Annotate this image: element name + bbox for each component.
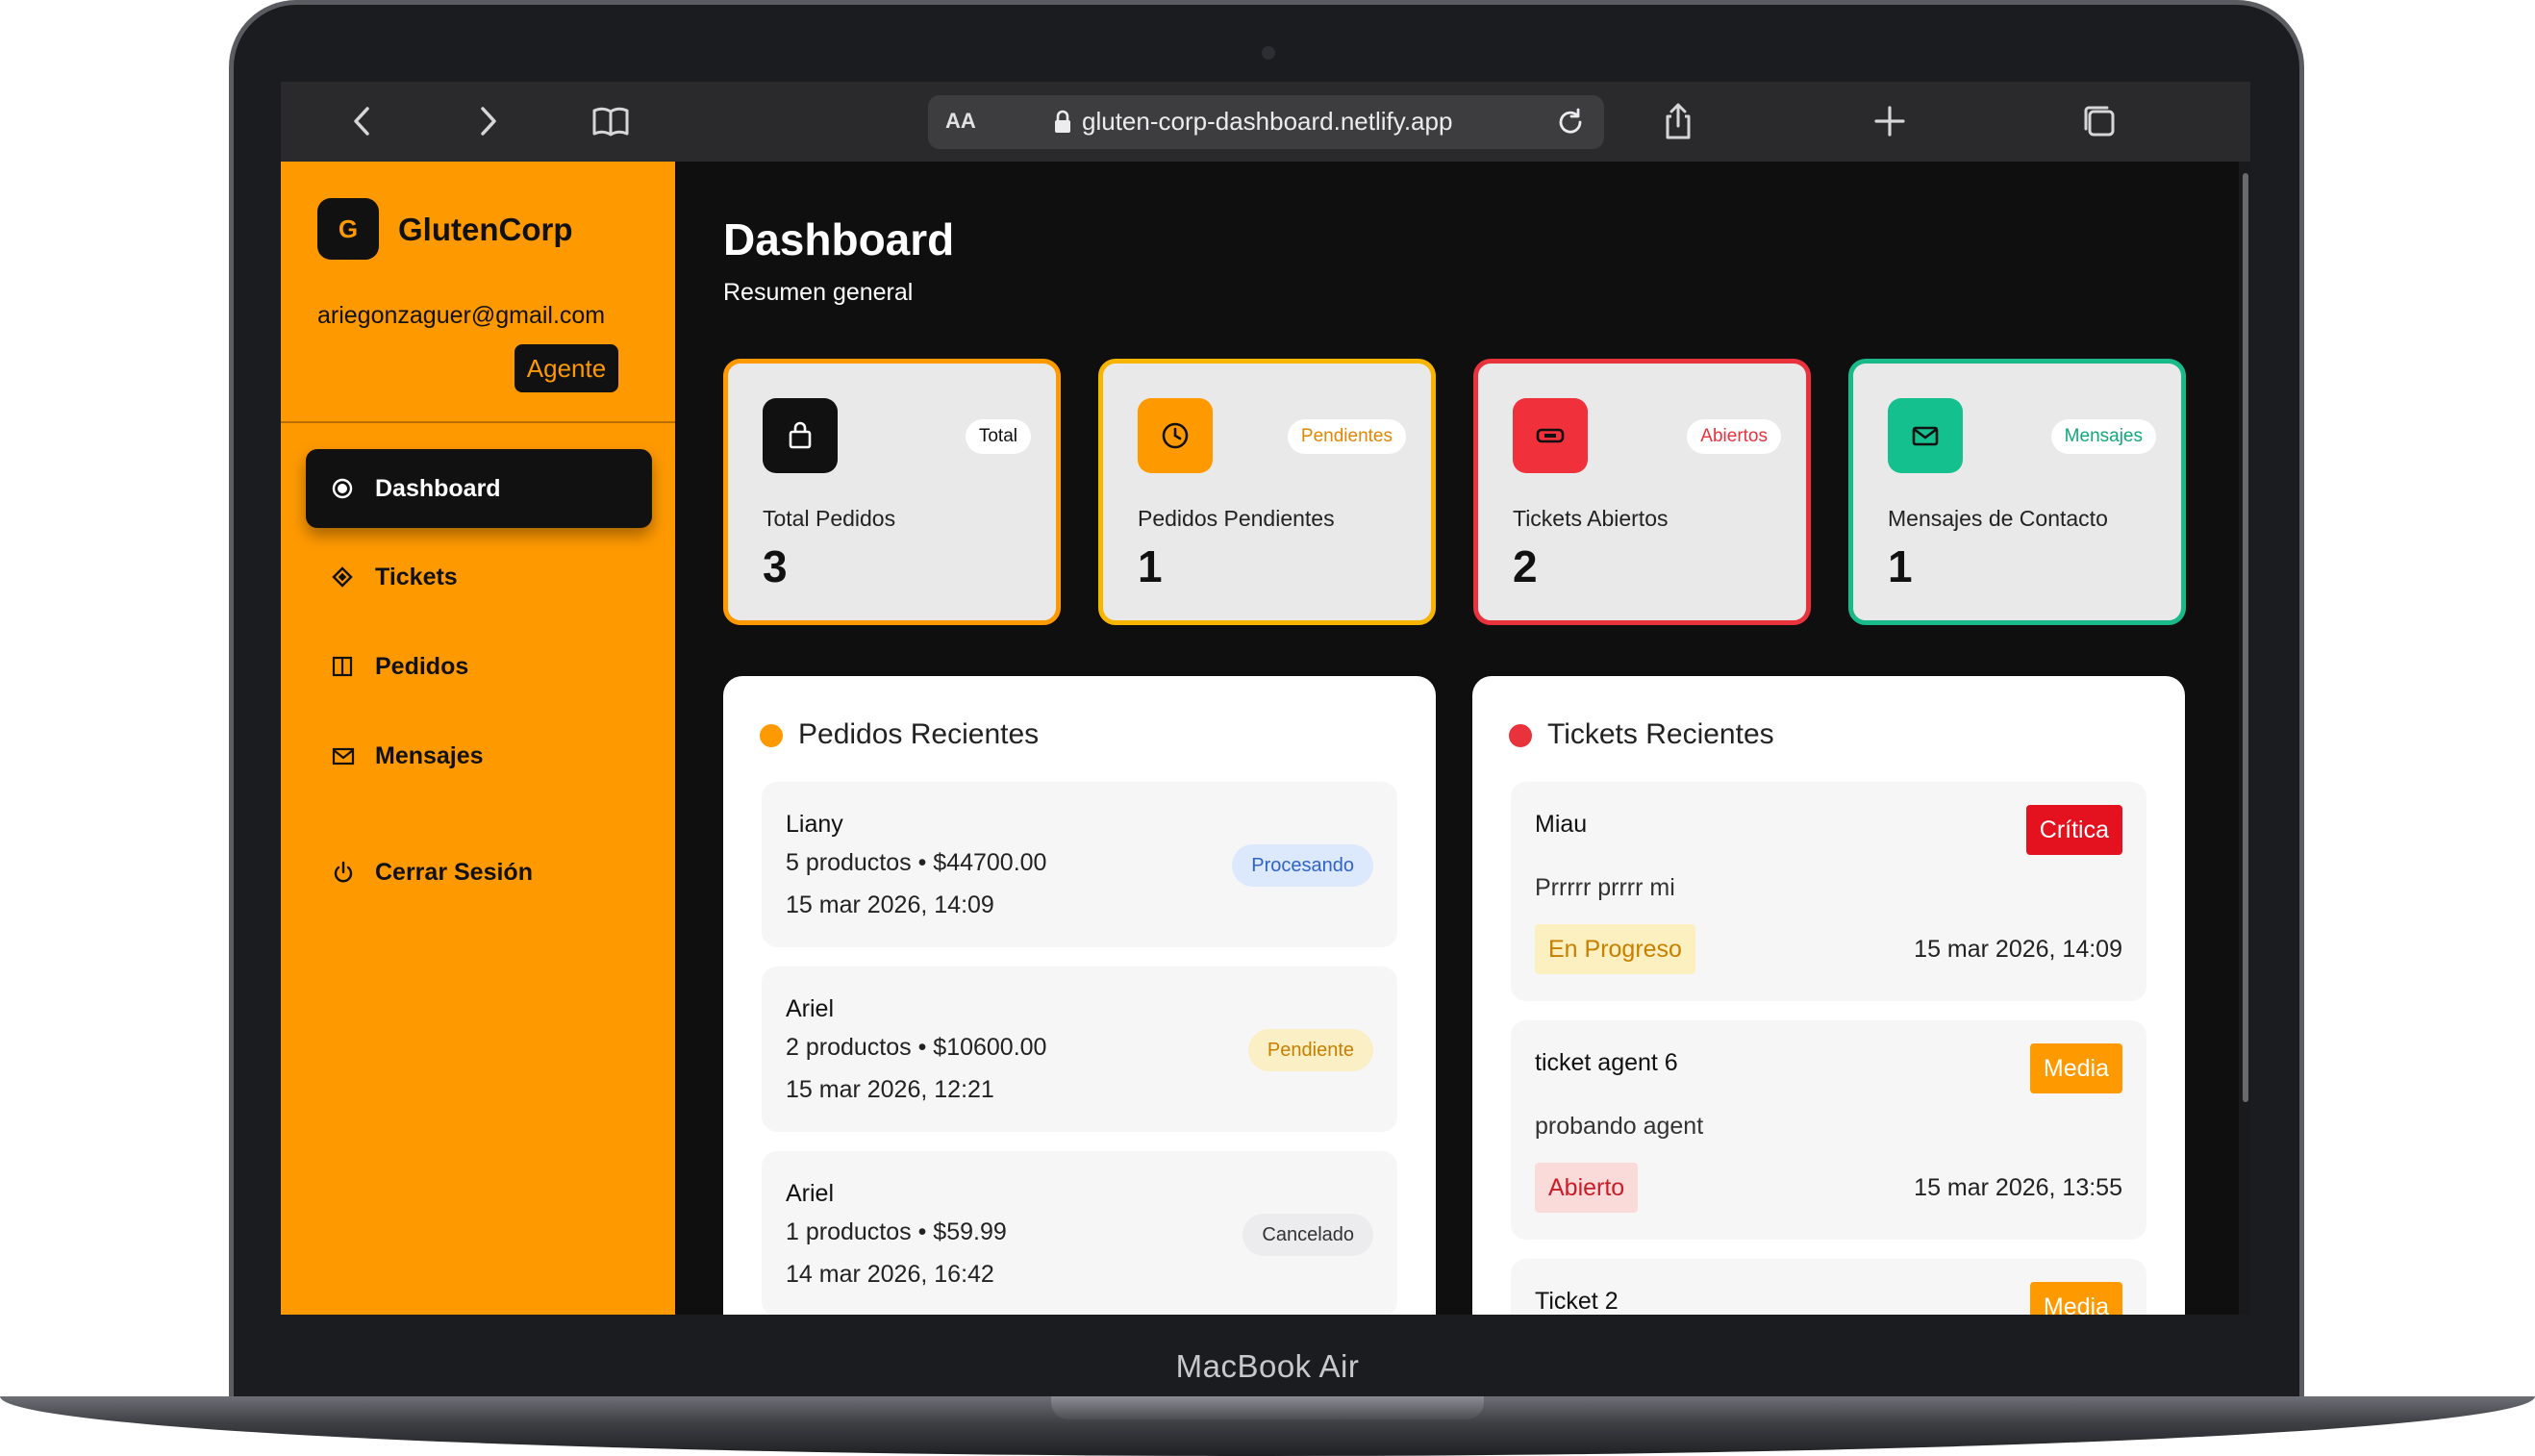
camera	[1262, 46, 1275, 60]
laptop-notch	[1051, 1396, 1484, 1419]
ticket-description: Prrrrr prrrr mi	[1535, 874, 1675, 901]
order-customer: Ariel	[786, 995, 835, 1022]
share-icon[interactable]	[1656, 99, 1700, 143]
stat-card-mensajes-contacto[interactable]: Mensajes Mensajes de Contacto 1	[1848, 359, 2186, 625]
stat-value: 1	[1888, 541, 1913, 591]
user-email: ariegonzaguer@gmail.com	[317, 302, 606, 329]
ticket-description: probando agent	[1535, 1113, 1704, 1140]
logo: G	[317, 198, 379, 260]
order-customer: Ariel	[786, 1180, 835, 1207]
page-subtitle: Resumen general	[723, 279, 914, 306]
order-item[interactable]: Ariel 2 productos • $10600.00 15 mar 202…	[762, 966, 1397, 1132]
envelope-icon	[1888, 398, 1963, 473]
recent-tickets-panel: Tickets Recientes Miau Crítica Prrrrr pr…	[1472, 676, 2185, 1315]
device-label: MacBook Air	[1175, 1348, 1360, 1384]
reader-button[interactable]: AA	[945, 109, 976, 134]
logout-button[interactable]: Cerrar Sesión	[306, 833, 652, 912]
ticket-priority-badge: Media	[2029, 1282, 2122, 1315]
mail-icon	[331, 742, 358, 769]
panel-title: Pedidos Recientes	[798, 718, 1040, 750]
tabs-overview-icon[interactable]	[2077, 99, 2121, 143]
main-content: Dashboard Resumen general Total Total Pe…	[675, 162, 2250, 1315]
role-badge: Agente	[515, 344, 618, 392]
screen: AA gluten-corp-dashboard.netlify.app G G…	[281, 82, 2250, 1315]
stat-badge: Pendientes	[1287, 419, 1406, 454]
ticket-item[interactable]: Miau Crítica Prrrrr prrrr mi En Progreso…	[1511, 782, 2146, 1001]
book-icon	[331, 653, 358, 680]
order-status-badge: Procesando	[1232, 844, 1373, 887]
stat-label: Pedidos Pendientes	[1138, 506, 1335, 531]
order-summary: 1 productos • $59.99	[786, 1218, 1007, 1245]
ticket-title: Miau	[1535, 811, 1588, 838]
sidebar-item-label: Mensajes	[375, 741, 484, 769]
bookmarks-icon[interactable]	[589, 99, 633, 143]
ticket-title: Ticket 2	[1535, 1288, 1619, 1315]
order-summary: 5 productos • $44700.00	[786, 849, 1047, 876]
stat-label: Mensajes de Contacto	[1888, 506, 2108, 531]
sidebar-item-tickets[interactable]: Tickets	[306, 538, 652, 616]
ticket-priority-badge: Crítica	[2025, 805, 2122, 855]
order-date: 15 mar 2026, 14:09	[786, 891, 994, 918]
stat-value: 1	[1138, 541, 1163, 591]
ticket-priority-badge: Media	[2029, 1043, 2122, 1093]
ticket-status-badge: Abierto	[1535, 1163, 1639, 1213]
order-customer: Liany	[786, 811, 843, 838]
stat-card-tickets-abiertos[interactable]: Abiertos Tickets Abiertos 2	[1473, 359, 1811, 625]
brand-name: GlutenCorp	[398, 212, 573, 247]
ticket-item[interactable]: ticket agent 6 Media probando agent Abie…	[1511, 1020, 2146, 1240]
bag-icon	[763, 398, 838, 473]
tickets-dot	[1509, 724, 1532, 747]
logout-label: Cerrar Sesión	[375, 858, 533, 886]
app: G GlutenCorp ariegonzaguer@gmail.com Age…	[281, 162, 2250, 1315]
divider	[281, 421, 675, 423]
order-date: 14 mar 2026, 16:42	[786, 1261, 994, 1288]
url-text: gluten-corp-dashboard.netlify.app	[1082, 107, 1453, 136]
stat-value: 2	[1513, 541, 1538, 591]
sidebar-item-label: Tickets	[375, 563, 458, 590]
order-date: 15 mar 2026, 12:21	[786, 1076, 994, 1103]
stat-card-pedidos-pendientes[interactable]: Pendientes Pedidos Pendientes 1	[1098, 359, 1436, 625]
ticket-date: 15 mar 2026, 14:09	[1914, 936, 2122, 963]
sidebar-item-dashboard[interactable]: Dashboard	[306, 449, 652, 528]
stat-label: Tickets Abiertos	[1513, 506, 1669, 531]
sidebar: G GlutenCorp ariegonzaguer@gmail.com Age…	[281, 162, 675, 1315]
sidebar-item-label: Pedidos	[375, 652, 469, 680]
stat-value: 3	[763, 541, 788, 591]
address-bar[interactable]: AA gluten-corp-dashboard.netlify.app	[928, 95, 1604, 149]
order-item[interactable]: Ariel 1 productos • $59.99 14 mar 2026, …	[762, 1151, 1397, 1315]
stat-badge: Total	[965, 419, 1031, 454]
order-status-badge: Pendiente	[1247, 1029, 1373, 1071]
scroll-thumb[interactable]	[2243, 173, 2248, 1102]
orders-dot	[760, 724, 783, 747]
lock-icon	[1051, 109, 1074, 136]
sidebar-item-label: Dashboard	[375, 474, 501, 502]
panel-title: Tickets Recientes	[1547, 718, 1774, 750]
ticket-title: ticket agent 6	[1535, 1049, 1678, 1076]
sidebar-item-mensajes[interactable]: Mensajes	[306, 716, 652, 795]
diamond-icon	[331, 564, 358, 590]
clock-icon	[1138, 398, 1213, 473]
order-status-badge: Cancelado	[1242, 1214, 1373, 1256]
reload-icon[interactable]	[1553, 105, 1588, 139]
ticket-date: 15 mar 2026, 13:55	[1914, 1174, 2122, 1201]
stat-badge: Abiertos	[1687, 419, 1781, 454]
order-item[interactable]: Liany 5 productos • $44700.00 15 mar 202…	[762, 782, 1397, 947]
back-icon[interactable]	[340, 99, 385, 143]
stat-label: Total Pedidos	[763, 506, 896, 531]
ticket-status-badge: En Progreso	[1535, 924, 1695, 974]
power-icon	[331, 859, 358, 886]
recent-orders-panel: Pedidos Recientes Liany 5 productos • $4…	[723, 676, 1436, 1315]
stat-card-total-pedidos[interactable]: Total Total Pedidos 3	[723, 359, 1061, 625]
sidebar-item-pedidos[interactable]: Pedidos	[306, 627, 652, 706]
forward-icon[interactable]	[465, 99, 510, 143]
order-summary: 2 productos • $10600.00	[786, 1034, 1047, 1061]
ticket-icon	[1513, 398, 1588, 473]
stat-badge: Mensajes	[2050, 419, 2156, 454]
dot-circle-icon	[331, 475, 358, 502]
page-title: Dashboard	[723, 214, 955, 264]
browser-toolbar: AA gluten-corp-dashboard.netlify.app	[281, 82, 2250, 162]
new-tab-icon[interactable]	[1868, 99, 1912, 143]
ticket-item[interactable]: Ticket 2 Media	[1511, 1259, 2146, 1315]
